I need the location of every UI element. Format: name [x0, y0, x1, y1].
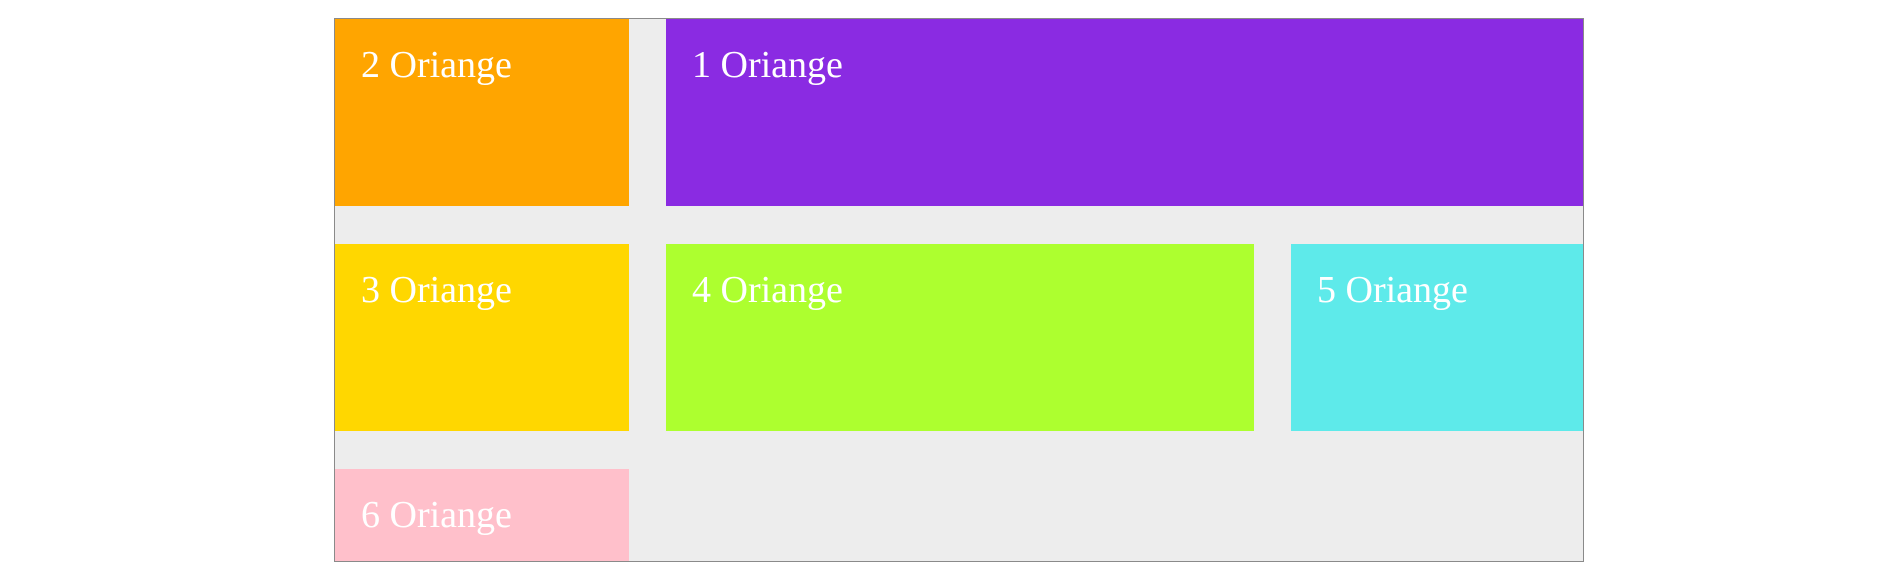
grid-item-2: 2 Oriange: [335, 19, 629, 206]
grid-item-5: 5 Oriange: [1291, 244, 1583, 431]
grid-item-6: 6 Oriange: [335, 469, 629, 561]
grid-item-4-label: 4 Oriange: [692, 269, 843, 311]
grid-item-3: 3 Oriange: [335, 244, 629, 431]
grid-item-5-label: 5 Oriange: [1317, 269, 1468, 311]
grid-item-1-label: 1 Oriange: [692, 44, 843, 86]
grid-item-6-label: 6 Oriange: [361, 494, 512, 536]
grid-item-2-label: 2 Oriange: [361, 44, 512, 86]
grid-item-3-label: 3 Oriange: [361, 269, 512, 311]
grid-item-4: 4 Oriange: [666, 244, 1254, 431]
grid-item-1: 1 Oriange: [666, 19, 1583, 206]
grid-container: 2 Oriange 1 Oriange 3 Oriange 4 Oriange …: [334, 18, 1584, 562]
